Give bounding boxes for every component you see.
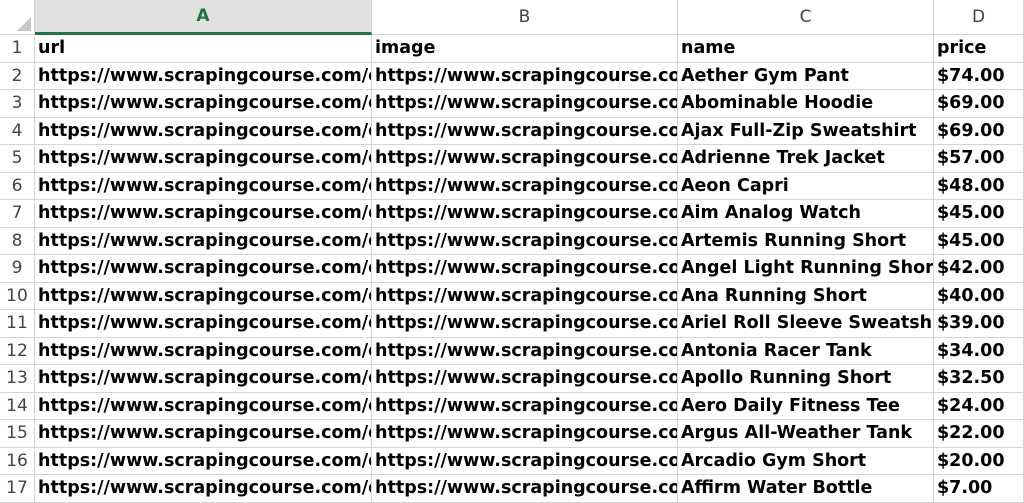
cell-url[interactable]: https://www.scrapingcourse.com/ec xyxy=(35,310,372,338)
cell-url[interactable]: https://www.scrapingcourse.com/ec xyxy=(35,255,372,283)
cell-image[interactable]: https://www.scrapingcourse.com, xyxy=(372,447,678,475)
column-header-b[interactable]: B xyxy=(372,0,678,35)
cell-url[interactable]: https://www.scrapingcourse.com/ec xyxy=(35,145,372,173)
row-header[interactable]: 1 xyxy=(0,35,35,63)
cell-name[interactable]: Adrienne Trek Jacket xyxy=(678,145,934,173)
cell-image[interactable]: https://www.scrapingcourse.com, xyxy=(372,365,678,393)
row-header[interactable]: 6 xyxy=(0,172,35,200)
cell-price[interactable]: $48.00 xyxy=(934,172,1024,200)
cell-image[interactable]: https://www.scrapingcourse.com, xyxy=(372,117,678,145)
cell-price[interactable]: $24.00 xyxy=(934,392,1024,420)
row-header[interactable]: 8 xyxy=(0,227,35,255)
cell-price[interactable]: $45.00 xyxy=(934,227,1024,255)
column-header-a[interactable]: A xyxy=(35,0,372,35)
cell-url[interactable]: https://www.scrapingcourse.com/ec xyxy=(35,62,372,90)
cell-price[interactable]: $74.00 xyxy=(934,62,1024,90)
cell-image[interactable]: https://www.scrapingcourse.com, xyxy=(372,392,678,420)
cell-price[interactable]: $20.00 xyxy=(934,447,1024,475)
cell-name[interactable]: Ana Running Short xyxy=(678,282,934,310)
cell-price[interactable]: $45.00 xyxy=(934,200,1024,228)
row-header[interactable]: 15 xyxy=(0,420,35,448)
header-cell-price[interactable]: price xyxy=(934,35,1024,63)
cell-url[interactable]: https://www.scrapingcourse.com/ec xyxy=(35,117,372,145)
cell-image[interactable]: https://www.scrapingcourse.com, xyxy=(372,255,678,283)
cell-price[interactable]: $22.00 xyxy=(934,420,1024,448)
cell-image[interactable]: https://www.scrapingcourse.com, xyxy=(372,282,678,310)
cell-url[interactable]: https://www.scrapingcourse.com/ec xyxy=(35,172,372,200)
select-all-corner[interactable] xyxy=(0,0,35,35)
cell-url[interactable]: https://www.scrapingcourse.com/ec xyxy=(35,475,372,503)
row-header[interactable]: 17 xyxy=(0,475,35,503)
row-header[interactable]: 14 xyxy=(0,392,35,420)
row-header[interactable]: 4 xyxy=(0,117,35,145)
select-all-triangle-icon xyxy=(17,17,31,31)
cell-name[interactable]: Argus All-Weather Tank xyxy=(678,420,934,448)
cell-url[interactable]: https://www.scrapingcourse.com/ec xyxy=(35,227,372,255)
column-header-c[interactable]: C xyxy=(678,0,934,35)
cell-image[interactable]: https://www.scrapingcourse.com, xyxy=(372,200,678,228)
cell-name[interactable]: Apollo Running Short xyxy=(678,365,934,393)
cell-url[interactable]: https://www.scrapingcourse.com/ec xyxy=(35,90,372,118)
row-header[interactable]: 2 xyxy=(0,62,35,90)
header-cell-name[interactable]: name xyxy=(678,35,934,63)
cell-price[interactable]: $69.00 xyxy=(934,117,1024,145)
spreadsheet-grid: ABCD 1 url image name price 2 https://www.scra… xyxy=(0,0,1024,503)
cell-name[interactable]: Aim Analog Watch xyxy=(678,200,934,228)
cell-url[interactable]: https://www.scrapingcourse.com/ec xyxy=(35,447,372,475)
cell-url[interactable]: https://www.scrapingcourse.com/ec xyxy=(35,337,372,365)
cell-url[interactable]: https://www.scrapingcourse.com/ec xyxy=(35,282,372,310)
cell-image[interactable]: https://www.scrapingcourse.com, xyxy=(372,310,678,338)
cell-image[interactable]: https://www.scrapingcourse.com, xyxy=(372,227,678,255)
cell-price[interactable]: $32.50 xyxy=(934,365,1024,393)
cell-name[interactable]: Antonia Racer Tank xyxy=(678,337,934,365)
cell-url[interactable]: https://www.scrapingcourse.com/ec xyxy=(35,365,372,393)
row-header[interactable]: 7 xyxy=(0,200,35,228)
cell-image[interactable]: https://www.scrapingcourse.com, xyxy=(372,62,678,90)
cell-name[interactable]: Aeon Capri xyxy=(678,172,934,200)
header-cell-image[interactable]: image xyxy=(372,35,678,63)
row-header[interactable]: 10 xyxy=(0,282,35,310)
cell-name[interactable]: Affirm Water Bottle xyxy=(678,475,934,503)
cell-name[interactable]: Aero Daily Fitness Tee xyxy=(678,392,934,420)
cell-url[interactable]: https://www.scrapingcourse.com/ec xyxy=(35,420,372,448)
cell-name[interactable]: Abominable Hoodie xyxy=(678,90,934,118)
cell-image[interactable]: https://www.scrapingcourse.com, xyxy=(372,145,678,173)
cell-price[interactable]: $57.00 xyxy=(934,145,1024,173)
cell-image[interactable]: https://www.scrapingcourse.com, xyxy=(372,90,678,118)
cell-price[interactable]: $34.00 xyxy=(934,337,1024,365)
row-header[interactable]: 13 xyxy=(0,365,35,393)
row-header[interactable]: 3 xyxy=(0,90,35,118)
row-header[interactable]: 9 xyxy=(0,255,35,283)
cell-price[interactable]: $7.00 xyxy=(934,475,1024,503)
cell-image[interactable]: https://www.scrapingcourse.com, xyxy=(372,475,678,503)
header-cell-url[interactable]: url xyxy=(35,35,372,63)
row-header[interactable]: 11 xyxy=(0,310,35,338)
cell-price[interactable]: $42.00 xyxy=(934,255,1024,283)
cell-url[interactable]: https://www.scrapingcourse.com/ec xyxy=(35,200,372,228)
cell-name[interactable]: Arcadio Gym Short xyxy=(678,447,934,475)
cell-price[interactable]: $69.00 xyxy=(934,90,1024,118)
cell-url[interactable]: https://www.scrapingcourse.com/ec xyxy=(35,392,372,420)
column-header-bar: ABCD xyxy=(0,0,1024,35)
row-header[interactable]: 12 xyxy=(0,337,35,365)
cell-name[interactable]: Ajax Full-Zip Sweatshirt xyxy=(678,117,934,145)
cell-name[interactable]: Angel Light Running Short xyxy=(678,255,934,283)
cell-image[interactable]: https://www.scrapingcourse.com, xyxy=(372,172,678,200)
cell-price[interactable]: $40.00 xyxy=(934,282,1024,310)
cell-name[interactable]: Aether Gym Pant xyxy=(678,62,934,90)
cell-name[interactable]: Artemis Running Short xyxy=(678,227,934,255)
cell-image[interactable]: https://www.scrapingcourse.com, xyxy=(372,420,678,448)
cell-price[interactable]: $39.00 xyxy=(934,310,1024,338)
row-header[interactable]: 5 xyxy=(0,145,35,173)
row-header[interactable]: 16 xyxy=(0,447,35,475)
cell-name[interactable]: Ariel Roll Sleeve Sweatshirt xyxy=(678,310,934,338)
cell-image[interactable]: https://www.scrapingcourse.com, xyxy=(372,337,678,365)
column-header-d[interactable]: D xyxy=(934,0,1024,35)
